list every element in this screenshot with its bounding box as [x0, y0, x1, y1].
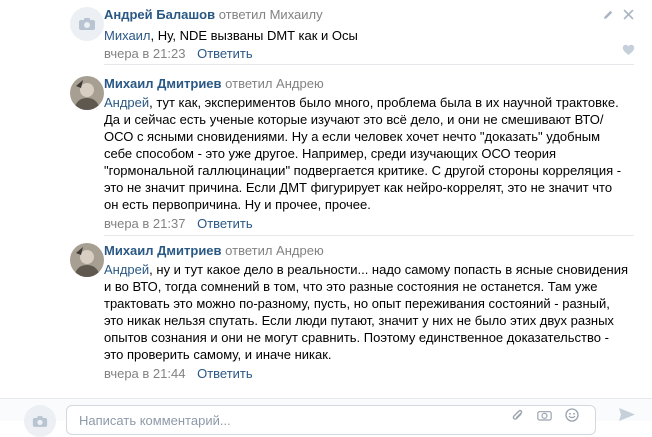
comment: Михаил Дмитриев ответил Андрею Андрей, т… [104, 76, 634, 232]
comment: Михаил Дмитриев ответил Андрею Андрей, н… [104, 243, 634, 382]
comment-line: , ну и тут какое дело в реальности... на… [149, 262, 629, 277]
comment-addressee-link[interactable]: Андрей [104, 95, 149, 110]
heart-icon[interactable] [622, 44, 635, 56]
comment: Андрей Балашов ответил Михаилу Михаил, Н… [104, 7, 634, 62]
comment-author[interactable]: Михаил Дмитриев [104, 76, 222, 91]
comment-replied-to[interactable]: ответил Михаилу [219, 7, 323, 22]
comment-addressee-link[interactable]: Михаил [104, 28, 151, 43]
comment-line: "гормональной галлюцинации" подвергается… [104, 163, 622, 178]
comment-author[interactable]: Андрей Балашов [104, 7, 215, 22]
comment-line: опытов сознания и они не могут сравнить.… [104, 330, 609, 345]
comment-text: Михаил, Ну, NDE вызваны DMT как и Осы [104, 27, 634, 44]
comment-line: он есть первопричина. Ну и прочее, проче… [104, 197, 371, 212]
comment-divider [104, 64, 634, 65]
avatar-camera-placeholder[interactable] [70, 7, 104, 41]
camera-icon [32, 415, 48, 427]
comment-text: Андрей, тут как, экспериментов было мног… [104, 94, 634, 213]
comment-line: это никак нельзя спутать. Если люди пута… [104, 313, 614, 328]
comment-body: , Ну, NDE вызваны DMT как и Осы [150, 28, 358, 43]
comment-divider [104, 235, 634, 236]
comment-line: это не значит причина. Если ДМТ фигуриру… [104, 180, 613, 195]
reply-button[interactable]: Ответить [197, 216, 253, 231]
reply-button[interactable]: Ответить [197, 366, 253, 381]
comment-line: это проверить самому, и иначе никак. [104, 347, 332, 362]
comment-line: и во ВТО, тогда сомнений в том, что это … [104, 279, 598, 294]
user-photo [70, 243, 104, 277]
comment-replied-to[interactable]: ответил Андрею [225, 76, 324, 91]
comment-line: Да и сейчас есть ученые которые изучают … [104, 112, 604, 127]
paperclip-icon[interactable] [512, 409, 524, 423]
comment-date[interactable]: вчера в 21:44 [104, 366, 185, 381]
pencil-icon[interactable] [602, 9, 614, 21]
comment-replied-to[interactable]: ответил Андрею [225, 243, 324, 258]
comment-author[interactable]: Михаил Дмитриев [104, 243, 222, 258]
avatar-camera-placeholder [24, 405, 56, 437]
comment-line: трактовать это можно по-разному, пусть, … [104, 296, 610, 311]
comment-line: , тут как, экспериментов было много, про… [149, 95, 619, 110]
comment-date[interactable]: вчера в 21:37 [104, 216, 185, 231]
avatar[interactable] [70, 243, 104, 277]
comment-line: ОСО с ясными сновидениями. Ну а если чел… [104, 129, 601, 144]
comment-line: себе способом - это уже другое. Например… [104, 146, 557, 161]
comment-addressee-link[interactable]: Андрей [104, 262, 149, 277]
camera-icon[interactable] [537, 409, 552, 421]
camera-icon [79, 18, 95, 30]
comment-text: Андрей, ну и тут какое дело в реальности… [104, 261, 634, 363]
avatar[interactable] [70, 76, 104, 110]
reply-button[interactable]: Ответить [197, 46, 253, 61]
compose-bar [0, 398, 652, 437]
comment-date[interactable]: вчера в 21:23 [104, 46, 185, 61]
close-icon[interactable] [623, 9, 634, 20]
user-photo [70, 76, 104, 110]
